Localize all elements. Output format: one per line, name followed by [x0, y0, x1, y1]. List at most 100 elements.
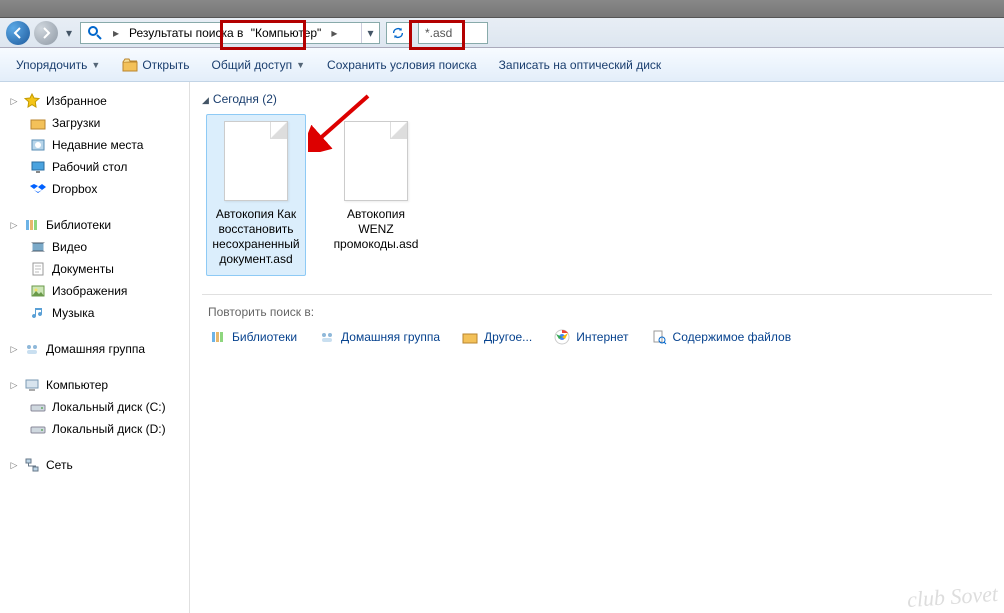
sidebar-item-documents[interactable]: Документы: [0, 258, 189, 280]
share-button[interactable]: Общий доступ▼: [203, 54, 313, 76]
arrow-right-icon: [40, 27, 52, 39]
file-icon: [224, 121, 288, 201]
repeat-search-label: Повторить поиск в:: [194, 295, 1000, 323]
sidebar-item-desktop[interactable]: Рабочий стол: [0, 156, 189, 178]
file-search-icon: [651, 329, 667, 345]
sidebar-item-label: Dropbox: [52, 182, 97, 196]
expand-icon: ▷: [10, 380, 18, 391]
expand-icon: ▷: [10, 460, 18, 471]
file-icon: [344, 121, 408, 201]
document-icon: [30, 261, 46, 277]
sidebar-item-drive-d[interactable]: Локальный диск (D:): [0, 418, 189, 440]
sidebar-item-label: Локальный диск (D:): [52, 422, 166, 436]
music-icon: [30, 305, 46, 321]
homegroup-icon: [24, 341, 40, 357]
video-icon: [30, 239, 46, 255]
open-label: Открыть: [142, 58, 189, 72]
sidebar-network[interactable]: ▷ Сеть: [0, 454, 189, 476]
sidebar-item-label: Видео: [52, 240, 87, 254]
sidebar-item-downloads[interactable]: Загрузки: [0, 112, 189, 134]
breadcrumb-dropdown[interactable]: ▾: [361, 23, 379, 43]
sidebar-favorites-label: Избранное: [46, 94, 107, 108]
sidebar-item-drive-c[interactable]: Локальный диск (C:): [0, 396, 189, 418]
breadcrumb-prefix: Результаты поиска в: [129, 26, 243, 40]
link-label: Домашняя группа: [341, 330, 440, 344]
sidebar-item-label: Изображения: [52, 284, 127, 298]
network-icon: [24, 457, 40, 473]
file-name: Автокопия WENZ промокоды.asd: [331, 207, 421, 252]
expand-icon: ▷: [10, 96, 18, 107]
sidebar-item-video[interactable]: Видео: [0, 236, 189, 258]
star-icon: [24, 93, 40, 109]
save-search-button[interactable]: Сохранить условия поиска: [319, 54, 485, 76]
breadcrumb[interactable]: ▸ Результаты поиска в "Компьютер" ▸ ▾: [80, 22, 380, 44]
sidebar-item-pictures[interactable]: Изображения: [0, 280, 189, 302]
homegroup-icon: [319, 329, 335, 345]
folder-icon: [30, 115, 46, 131]
drive-icon: [30, 399, 46, 415]
sidebar-item-label: Загрузки: [52, 116, 100, 130]
search-icon: [87, 25, 103, 41]
chevron-right-icon: ▸: [327, 26, 341, 40]
libraries-icon: [210, 329, 226, 345]
sidebar-libraries[interactable]: ▷ Библиотеки: [0, 214, 189, 236]
file-name: Автокопия Как восстановить несохраненный…: [211, 207, 301, 267]
content-pane: ◢Сегодня (2) Автокопия Как восстановить …: [190, 82, 1004, 613]
burn-label: Записать на оптический диск: [499, 58, 662, 72]
link-label: Содержимое файлов: [673, 330, 792, 344]
repeat-link-libraries[interactable]: Библиотеки: [210, 329, 297, 345]
sidebar-computer[interactable]: ▷ Компьютер: [0, 374, 189, 396]
open-icon: [122, 57, 138, 73]
chevron-right-icon: ▸: [109, 26, 123, 40]
link-label: Библиотеки: [232, 330, 297, 344]
sidebar-item-label: Документы: [52, 262, 114, 276]
address-bar: ▾ ▸ Результаты поиска в "Компьютер" ▸ ▾ …: [0, 18, 1004, 48]
file-item[interactable]: Автокопия Как восстановить несохраненный…: [206, 114, 306, 276]
sidebar-computer-label: Компьютер: [46, 378, 108, 392]
save-search-label: Сохранить условия поиска: [327, 58, 477, 72]
nav-pane: ▷ Избранное Загрузки Недавние места Рабо…: [0, 82, 190, 613]
dropbox-icon: [30, 181, 46, 197]
sidebar-homegroup[interactable]: ▷ Домашняя группа: [0, 338, 189, 360]
sidebar-homegroup-label: Домашняя группа: [46, 342, 145, 356]
nav-history-dropdown[interactable]: ▾: [62, 22, 76, 44]
drive-icon: [30, 421, 46, 437]
sidebar-item-label: Локальный диск (C:): [52, 400, 166, 414]
group-header[interactable]: ◢Сегодня (2): [194, 90, 1000, 114]
burn-button[interactable]: Записать на оптический диск: [491, 54, 670, 76]
breadcrumb-label[interactable]: Результаты поиска в "Компьютер": [123, 23, 327, 43]
sidebar-item-label: Рабочий стол: [52, 160, 127, 174]
repeat-link-other[interactable]: Другое...: [462, 329, 532, 345]
organize-label: Упорядочить: [16, 58, 87, 72]
command-bar: Упорядочить▼ Открыть Общий доступ▼ Сохра…: [0, 48, 1004, 82]
computer-icon: [24, 377, 40, 393]
sidebar-item-music[interactable]: Музыка: [0, 302, 189, 324]
repeat-search-links: Библиотеки Домашняя группа Другое... Инт…: [194, 323, 1000, 351]
sidebar-favorites[interactable]: ▷ Избранное: [0, 90, 189, 112]
refresh-button[interactable]: [386, 22, 410, 44]
search-query-text: *.asd: [425, 26, 452, 40]
pictures-icon: [30, 283, 46, 299]
sidebar-item-recent[interactable]: Недавние места: [0, 134, 189, 156]
file-item[interactable]: Автокопия WENZ промокоды.asd: [326, 114, 426, 276]
nav-forward-button[interactable]: [34, 21, 58, 45]
search-input[interactable]: *.asd: [418, 22, 488, 44]
expand-icon: ▷: [10, 220, 18, 231]
repeat-link-internet[interactable]: Интернет: [554, 329, 628, 345]
libraries-icon: [24, 217, 40, 233]
nav-back-button[interactable]: [6, 21, 30, 45]
sidebar-item-label: Недавние места: [52, 138, 143, 152]
link-label: Интернет: [576, 330, 628, 344]
open-button[interactable]: Открыть: [114, 53, 197, 77]
organize-button[interactable]: Упорядочить▼: [8, 54, 108, 76]
share-label: Общий доступ: [211, 58, 292, 72]
sidebar-network-label: Сеть: [46, 458, 73, 472]
arrow-left-icon: [12, 27, 24, 39]
repeat-link-homegroup[interactable]: Домашняя группа: [319, 329, 440, 345]
refresh-icon: [391, 26, 405, 40]
sidebar-item-dropbox[interactable]: Dropbox: [0, 178, 189, 200]
group-label: Сегодня (2): [213, 92, 277, 106]
chrome-icon: [554, 329, 570, 345]
repeat-link-file-contents[interactable]: Содержимое файлов: [651, 329, 792, 345]
link-label: Другое...: [484, 330, 532, 344]
